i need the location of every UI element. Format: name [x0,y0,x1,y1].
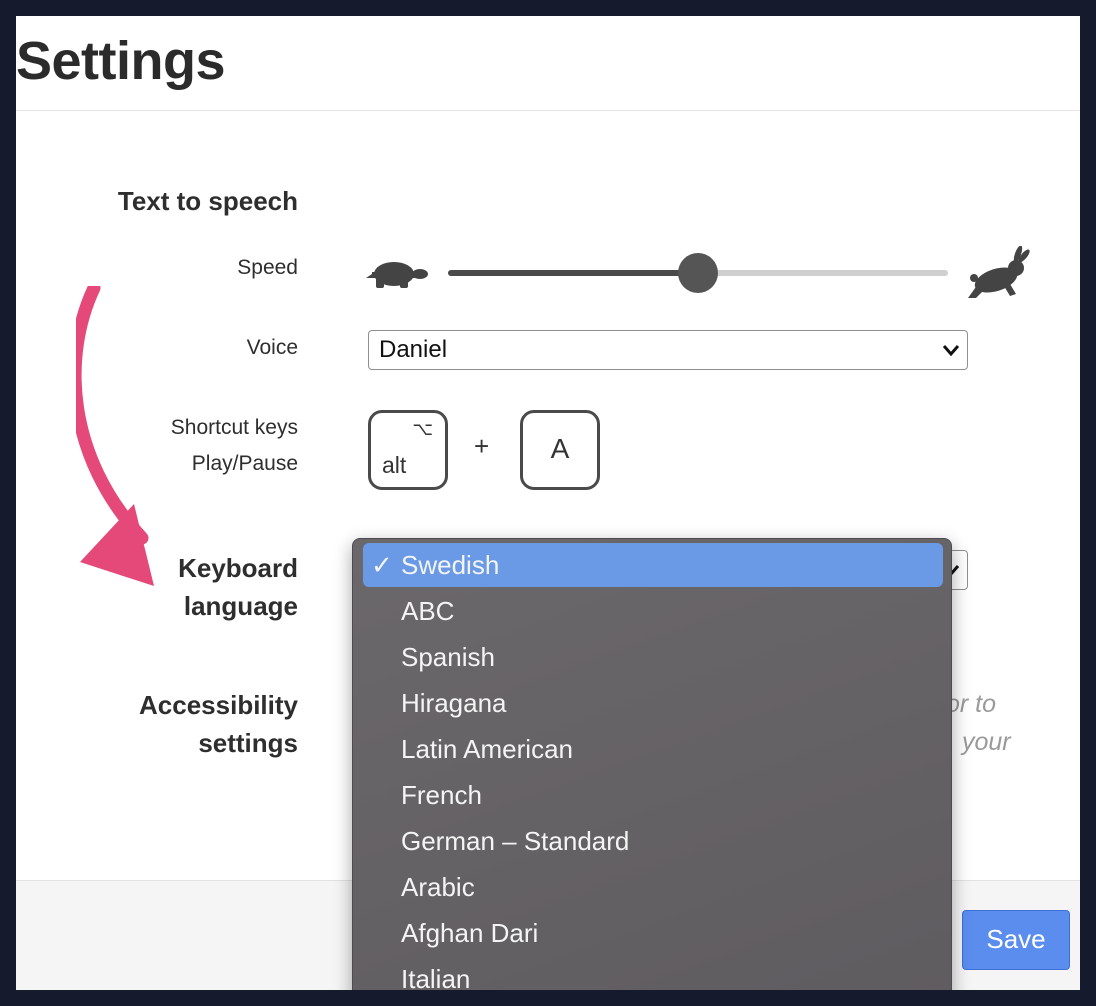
voice-select-value: Daniel [379,336,448,363]
keyboard-language-option-label: ABC [401,596,455,626]
keyboard-language-option-label: Italian [401,964,471,990]
accessibility-hint-line1: or to [946,690,997,718]
speed-slider-thumb[interactable] [678,253,718,293]
keyboard-language-option[interactable]: Hiragana [363,681,943,725]
speed-label: Speed [237,256,298,279]
keyboard-language-option[interactable]: Italian [363,957,943,990]
alt-key[interactable]: ⌥ alt [368,410,448,490]
turtle-icon [366,262,428,288]
keyboard-language-option[interactable]: Latin American [363,727,943,771]
speed-slider-fill [448,270,698,276]
settings-window: Settings Text to speech Speed Voice Dani… [16,16,1080,990]
shortcut-plus: + [474,431,490,461]
keyboard-language-option[interactable]: Spanish [363,635,943,679]
keyboard-language-option-label: Spanish [401,642,495,672]
keyboard-language-option[interactable]: Arabic [363,865,943,909]
chevron-down-icon [942,345,960,357]
checkmark-icon: ✓ [371,550,393,580]
save-button[interactable]: Save [962,910,1070,970]
option-key-icon: ⌥ [412,419,433,439]
keyboard-language-option[interactable]: German – Standard [363,819,943,863]
keyboard-language-option-label: Latin American [401,734,573,764]
keyboard-language-option[interactable]: Afghan Dari [363,911,943,955]
accessibility-label-line2: settings [198,728,298,758]
keyboard-language-option-label: Arabic [401,872,475,902]
keyboard-language-option[interactable]: ABC [363,589,943,633]
keyboard-language-option-label: Hiragana [401,688,507,718]
page-title: Settings [16,31,226,91]
keyboard-language-option-label: German – Standard [401,826,630,856]
voice-select[interactable]: Daniel [368,330,968,370]
accessibility-hint-line2: your [962,728,1011,756]
alt-key-label: alt [382,452,407,478]
header-divider [16,110,1080,111]
keyboard-language-option[interactable]: French [363,773,943,817]
keyboard-language-option-label: Afghan Dari [401,918,539,948]
rabbit-icon [968,246,1030,298]
annotation-arrow [76,286,154,586]
accessibility-label-line1: Accessibility [139,690,298,720]
tts-heading: Text to speech [117,186,298,216]
keyboard-language-option-label: Swedish [401,550,500,580]
speed-slider[interactable] [448,253,948,293]
keyboard-language-option-label: French [401,780,482,810]
a-key[interactable]: A [520,410,600,490]
keyboard-language-dropdown: ✓ Swedish ABC Spanish Hiragana Latin American… [352,538,952,990]
keyboard-language-option[interactable]: ✓ Swedish [363,543,943,587]
a-key-label: A [550,433,570,464]
